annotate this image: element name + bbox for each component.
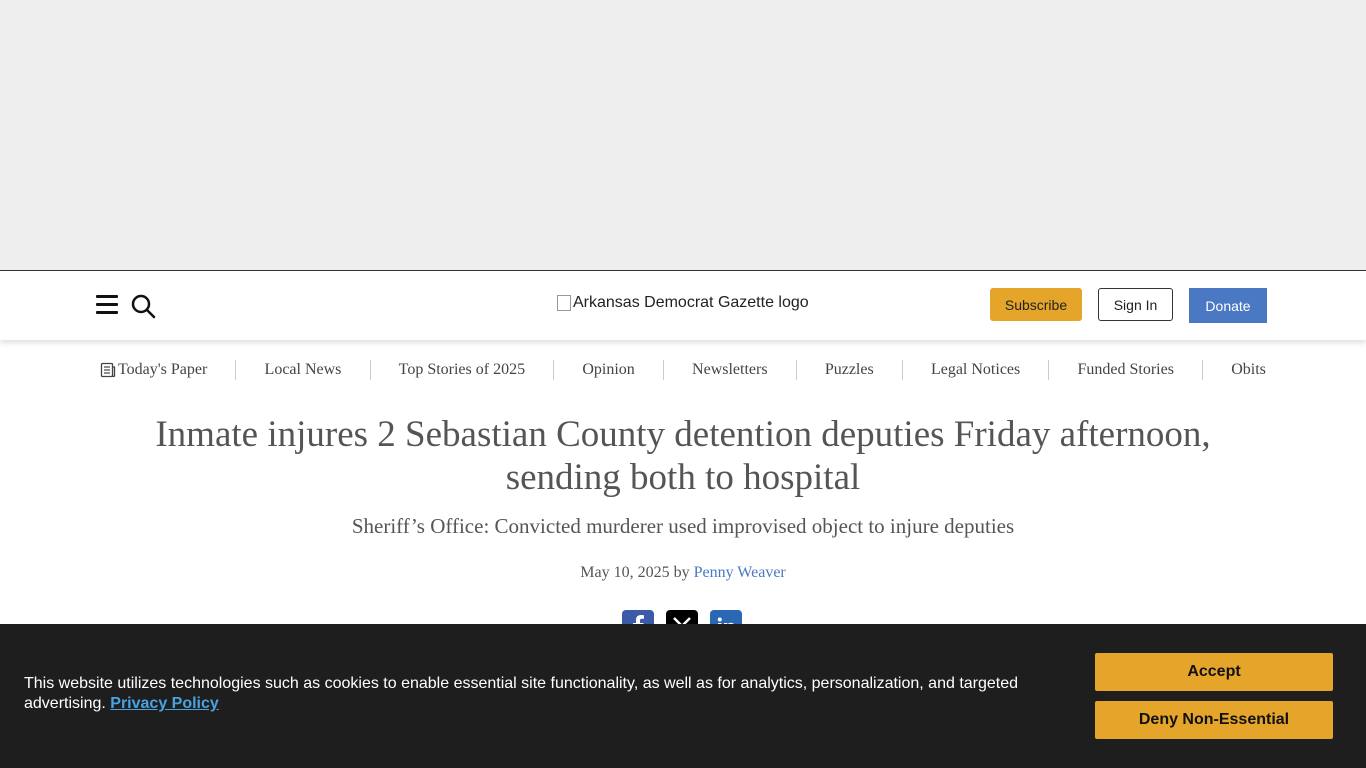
cookie-message: This website utilizes technologies such … — [24, 674, 1044, 714]
byline-by: by — [673, 564, 690, 581]
cookie-consent-banner: This website utilizes technologies such … — [0, 624, 1366, 768]
deny-non-essential-button[interactable]: Deny Non-Essential — [1095, 701, 1333, 739]
article-byline: May 10, 2025 by Penny Weaver — [133, 564, 1233, 582]
nav-item-funded-stories[interactable]: Funded Stories — [1078, 361, 1174, 379]
nav-divider — [795, 360, 797, 380]
article-date: May 10, 2025 — [580, 564, 670, 581]
menu-icon[interactable] — [96, 295, 118, 315]
nav-item-todays-paper[interactable]: Today's Paper — [100, 361, 207, 379]
newspaper-icon — [100, 362, 116, 378]
search-icon[interactable] — [130, 293, 156, 319]
article-subhead: Sheriff’s Office: Convicted murderer use… — [351, 514, 1015, 538]
nav-item-obits[interactable]: Obits — [1231, 361, 1266, 379]
nav-item-legal-notices[interactable]: Legal Notices — [931, 361, 1020, 379]
nav-divider — [1202, 360, 1204, 380]
broken-image-icon — [557, 295, 571, 311]
sign-in-button[interactable]: Sign In — [1098, 288, 1173, 321]
author-link[interactable]: Penny Weaver — [694, 564, 786, 581]
site-header: Arkansas Democrat Gazette logo Subscribe… — [0, 271, 1366, 340]
nav-divider — [1048, 360, 1050, 380]
section-nav: Today's Paper Local News Top Stories of … — [100, 356, 1266, 384]
donate-button[interactable]: Donate — [1189, 288, 1267, 323]
nav-item-puzzles[interactable]: Puzzles — [825, 361, 874, 379]
subscribe-button[interactable]: Subscribe — [990, 288, 1082, 321]
nav-divider — [662, 360, 664, 380]
nav-item-opinion[interactable]: Opinion — [582, 361, 634, 379]
nav-label: Today's Paper — [118, 361, 208, 378]
logo-alt-text: Arkansas Democrat Gazette logo — [573, 294, 809, 311]
nav-item-newsletters[interactable]: Newsletters — [692, 361, 768, 379]
article-headline: Inmate injures 2 Sebastian County detent… — [155, 414, 1211, 498]
nav-divider — [235, 360, 237, 380]
accept-cookies-button[interactable]: Accept — [1095, 653, 1333, 691]
site-logo[interactable]: Arkansas Democrat Gazette logo — [557, 294, 809, 312]
nav-item-top-stories[interactable]: Top Stories of 2025 — [399, 361, 525, 379]
nav-divider — [901, 360, 903, 380]
nav-divider — [369, 360, 371, 380]
nav-item-local-news[interactable]: Local News — [265, 361, 342, 379]
privacy-policy-link[interactable]: Privacy Policy — [110, 695, 219, 712]
nav-divider — [553, 360, 555, 380]
advertisement-area — [0, 0, 1366, 271]
